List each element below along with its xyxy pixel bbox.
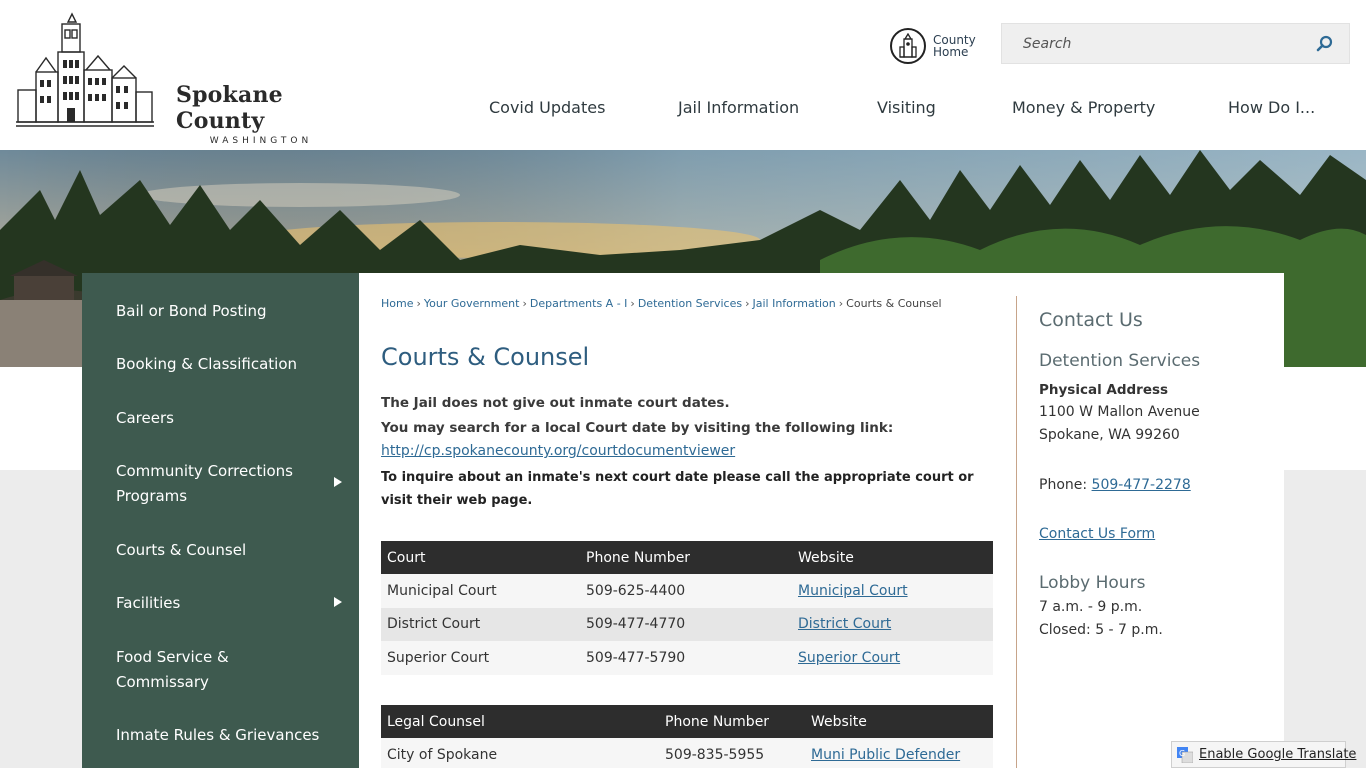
- site-header: Spokane County WASHINGTON County Home Se…: [0, 0, 1366, 150]
- court-document-viewer-link[interactable]: http://cp.spokanecounty.org/courtdocumen…: [381, 443, 735, 459]
- google-translate-icon: G: [1177, 746, 1194, 763]
- table-cell: City of Spokane: [381, 738, 659, 768]
- county-home-icon: [890, 28, 926, 64]
- sidebar-nav: Bail or Bond Posting Booking & Classific…: [82, 273, 359, 768]
- hours-line-2: Closed: 5 - 7 p.m.: [1039, 622, 1163, 638]
- breadcrumb-current: Courts & Counsel: [846, 297, 942, 310]
- address-line-2: Spokane, WA 99260: [1039, 427, 1180, 443]
- contact-heading: Contact Us: [1039, 309, 1143, 331]
- nav-how-do-i[interactable]: How Do I...: [1228, 98, 1315, 117]
- table-cell: Muni Public Defender: [805, 738, 993, 768]
- table-header: Legal Counsel: [381, 705, 659, 738]
- county-home-label: County Home: [933, 33, 976, 59]
- intro-line-1: The Jail does not give out inmate court …: [381, 395, 730, 411]
- enable-google-translate-link[interactable]: Enable Google Translate: [1199, 747, 1356, 762]
- superior-court-link[interactable]: Superior Court: [798, 650, 900, 666]
- table-row: District Court 509-477-4770 District Cou…: [381, 607, 993, 641]
- nav-covid-updates[interactable]: Covid Updates: [489, 98, 605, 117]
- submenu-arrow-icon[interactable]: [334, 477, 342, 487]
- sidebar-item-booking[interactable]: Booking & Classification: [116, 352, 346, 377]
- table-cell: Superior Court: [381, 641, 580, 675]
- column-divider: [1016, 296, 1017, 768]
- table-row: Municipal Court 509-625-4400 Municipal C…: [381, 574, 993, 608]
- counsel-table: Legal Counsel Phone Number Website City …: [381, 705, 993, 768]
- phone-line: Phone: 509-477-2278: [1039, 477, 1191, 493]
- phone-link[interactable]: 509-477-2278: [1092, 477, 1191, 493]
- breadcrumb-your-government[interactable]: Your Government: [424, 297, 520, 310]
- svg-text:G: G: [1179, 749, 1185, 758]
- table-header: Court: [381, 541, 580, 574]
- table-cell: 509-477-4770: [580, 607, 792, 641]
- breadcrumb-detention-services[interactable]: Detention Services: [638, 297, 742, 310]
- table-cell: Municipal Court: [381, 574, 580, 608]
- intro-line-2: You may search for a local Court date by…: [381, 420, 894, 436]
- contact-form-line: Contact Us Form: [1039, 526, 1155, 542]
- municipal-court-link[interactable]: Municipal Court: [798, 583, 908, 599]
- table-cell: 509-835-5955: [659, 738, 805, 768]
- table-cell: 509-477-5790: [580, 641, 792, 675]
- submenu-arrow-icon[interactable]: [334, 597, 342, 607]
- sidebar-item-inmate-rules[interactable]: Inmate Rules & Grievances: [116, 723, 346, 748]
- google-translate-widget: G Enable Google Translate: [1171, 741, 1356, 768]
- search-icon[interactable]: [1315, 34, 1335, 54]
- table-row: Superior Court 509-477-5790 Superior Cou…: [381, 641, 993, 675]
- nav-jail-information[interactable]: Jail Information: [678, 98, 799, 117]
- address-line-1: 1100 W Mallon Avenue: [1039, 404, 1200, 420]
- breadcrumb-home[interactable]: Home: [381, 297, 413, 310]
- main-nav: Covid Updates Jail Information Visiting …: [0, 98, 1366, 126]
- breadcrumb-departments[interactable]: Departments A - I: [530, 297, 628, 310]
- search-box: [1001, 23, 1350, 64]
- table-cell: District Court: [792, 607, 993, 641]
- page-title: Courts & Counsel: [381, 343, 590, 371]
- breadcrumb-jail-information[interactable]: Jail Information: [752, 297, 835, 310]
- district-court-link[interactable]: District Court: [798, 616, 891, 632]
- table-cell: District Court: [381, 607, 580, 641]
- sidebar-item-courts-counsel[interactable]: Courts & Counsel: [116, 538, 346, 563]
- phone-label: Phone:: [1039, 477, 1092, 493]
- breadcrumb: Home › Your Government › Departments A - I › D…: [381, 297, 942, 310]
- sidebar-item-food-service[interactable]: Food Service & Commissary: [116, 645, 266, 695]
- search-input[interactable]: [1002, 24, 1302, 63]
- court-viewer-line: http://cp.spokanecounty.org/courtdocumen…: [381, 443, 735, 459]
- table-cell: Superior Court: [792, 641, 993, 675]
- table-header: Website: [792, 541, 993, 574]
- contact-us-form-link[interactable]: Contact Us Form: [1039, 526, 1155, 542]
- hours-line-1: 7 a.m. - 9 p.m.: [1039, 599, 1143, 615]
- county-home-link[interactable]: County Home: [890, 28, 977, 64]
- table-header: Website: [805, 705, 993, 738]
- lobby-hours-heading: Lobby Hours: [1039, 573, 1146, 593]
- table-header: Phone Number: [659, 705, 805, 738]
- contact-department: Detention Services: [1039, 351, 1201, 371]
- nav-money-property[interactable]: Money & Property: [1012, 98, 1155, 117]
- main-content: Home › Your Government › Departments A - I › D…: [359, 273, 1284, 768]
- courts-table: Court Phone Number Website Municipal Cou…: [381, 541, 993, 675]
- sidebar-item-careers[interactable]: Careers: [116, 406, 346, 431]
- table-header: Phone Number: [580, 541, 792, 574]
- sidebar-item-bail-bond[interactable]: Bail or Bond Posting: [116, 299, 346, 324]
- address-label: Physical Address: [1039, 382, 1169, 398]
- logo-subtitle: WASHINGTON: [209, 136, 313, 146]
- nav-visiting[interactable]: Visiting: [877, 98, 936, 117]
- table-row: City of Spokane 509-835-5955 Muni Public…: [381, 738, 993, 768]
- table-cell: 509-625-4400: [580, 574, 792, 608]
- intro-line-3: To inquire about an inmate's next court …: [381, 470, 974, 508]
- sidebar-item-facilities[interactable]: Facilities: [116, 591, 346, 616]
- muni-public-defender-link[interactable]: Muni Public Defender: [811, 747, 960, 763]
- sidebar-item-community-corrections[interactable]: Community Corrections Programs: [116, 459, 316, 509]
- table-cell: Municipal Court: [792, 574, 993, 608]
